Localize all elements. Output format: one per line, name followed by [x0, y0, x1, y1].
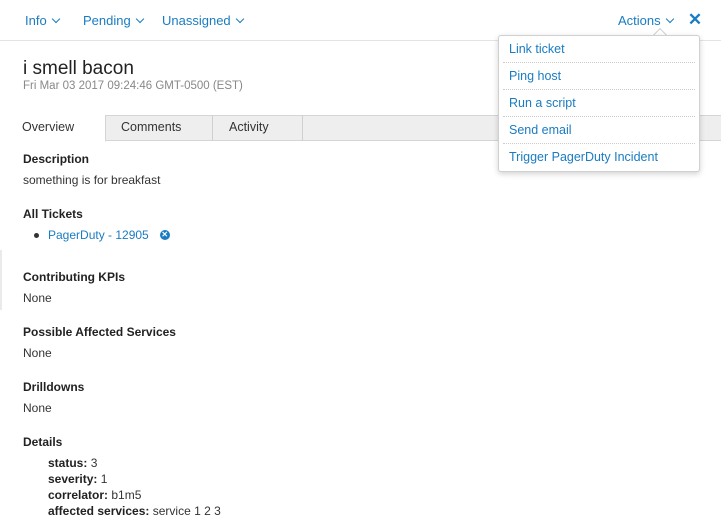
menu-item-run-script[interactable]: Run a script	[503, 90, 695, 117]
detail-row-correlator: correlator: b1m5	[48, 488, 141, 502]
affected-services-heading: Possible Affected Services	[23, 325, 176, 339]
status-dropdown[interactable]: Pending	[83, 13, 144, 28]
detail-value: 1	[100, 472, 108, 486]
chevron-down-icon	[235, 14, 244, 23]
contributing-kpis-heading: Contributing KPIs	[23, 270, 125, 284]
chevron-down-icon	[665, 14, 674, 23]
detail-value: b1m5	[111, 488, 142, 502]
detail-key: affected services:	[48, 504, 150, 518]
menu-item-trigger-pagerduty[interactable]: Trigger PagerDuty Incident	[503, 144, 695, 171]
actions-dropdown[interactable]: Actions	[618, 13, 674, 28]
detail-key: severity:	[48, 472, 98, 486]
chevron-down-icon	[135, 14, 144, 23]
tab-comments[interactable]: Comments	[99, 115, 213, 141]
detail-value: service 1 2 3	[152, 504, 221, 518]
page-title: i smell bacon	[23, 58, 134, 79]
owner-dropdown-label: Unassigned	[162, 13, 231, 28]
description-heading: Description	[23, 152, 90, 166]
episode-timestamp: Fri Mar 03 2017 09:24:46 GMT-0500 (EST)	[23, 80, 243, 92]
affected-services-value: None	[23, 346, 52, 360]
detail-key: status:	[48, 456, 88, 470]
detail-row-status: status: 3	[48, 456, 97, 470]
bullet-icon	[34, 232, 39, 238]
detail-row-severity: severity: 1	[48, 472, 107, 486]
description-value: something is for breakfast	[23, 173, 161, 187]
tab-overview[interactable]: Overview	[0, 115, 106, 142]
x-circle-icon[interactable]: ✕	[159, 230, 170, 240]
contributing-kpis-value: None	[23, 291, 52, 305]
actions-menu: Link ticket Ping host Run a script Send …	[498, 35, 700, 172]
detail-row-affected-services: affected services: service 1 2 3	[48, 504, 221, 518]
details-heading: Details	[23, 435, 63, 449]
list-item: PagerDuty - 12905 ✕	[34, 228, 170, 242]
detail-key: correlator:	[48, 488, 109, 502]
divider	[0, 250, 2, 310]
menu-item-link-ticket[interactable]: Link ticket	[503, 36, 695, 63]
drilldowns-heading: Drilldowns	[23, 380, 85, 394]
info-dropdown[interactable]: Info	[25, 13, 60, 28]
tab-activity[interactable]: Activity	[207, 115, 303, 141]
owner-dropdown[interactable]: Unassigned	[162, 13, 244, 28]
close-icon[interactable]: ✕	[687, 11, 703, 29]
drilldowns-value: None	[23, 401, 52, 415]
chevron-down-icon	[51, 14, 60, 23]
actions-dropdown-label: Actions	[618, 13, 661, 28]
all-tickets-heading: All Tickets	[23, 207, 83, 221]
detail-value: 3	[90, 456, 98, 470]
ticket-link[interactable]: PagerDuty - 12905	[48, 228, 149, 242]
menu-item-ping-host[interactable]: Ping host	[503, 63, 695, 90]
info-dropdown-label: Info	[25, 13, 47, 28]
menu-item-send-email[interactable]: Send email	[503, 117, 695, 144]
status-dropdown-label: Pending	[83, 13, 131, 28]
